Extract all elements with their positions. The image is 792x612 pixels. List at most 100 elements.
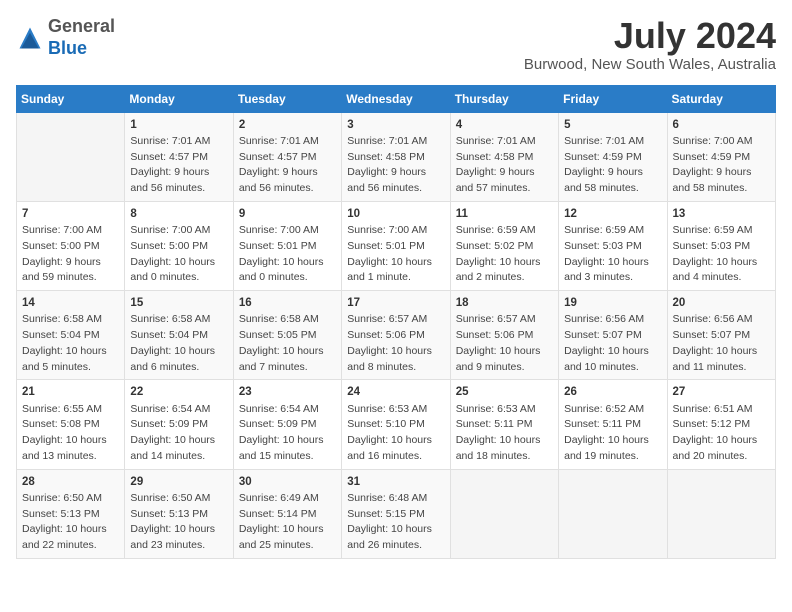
day-info: Sunrise: 6:54 AM Sunset: 5:09 PM Dayligh… <box>239 402 336 465</box>
day-number: 16 <box>239 295 336 312</box>
weekday-header: Tuesday <box>233 85 341 112</box>
day-info: Sunrise: 6:56 AM Sunset: 5:07 PM Dayligh… <box>673 312 770 375</box>
calendar-table: SundayMondayTuesdayWednesdayThursdayFrid… <box>16 85 776 559</box>
calendar-cell: 5Sunrise: 7:01 AM Sunset: 4:59 PM Daylig… <box>559 112 667 201</box>
logo-general: General <box>48 16 115 36</box>
day-number: 10 <box>347 206 444 223</box>
weekday-header-row: SundayMondayTuesdayWednesdayThursdayFrid… <box>17 85 776 112</box>
day-info: Sunrise: 6:51 AM Sunset: 5:12 PM Dayligh… <box>673 402 770 465</box>
day-info: Sunrise: 7:01 AM Sunset: 4:58 PM Dayligh… <box>456 134 553 197</box>
calendar-cell: 10Sunrise: 7:00 AM Sunset: 5:01 PM Dayli… <box>342 201 450 290</box>
calendar-cell: 26Sunrise: 6:52 AM Sunset: 5:11 PM Dayli… <box>559 380 667 469</box>
calendar-cell: 27Sunrise: 6:51 AM Sunset: 5:12 PM Dayli… <box>667 380 775 469</box>
logo-icon <box>16 24 44 52</box>
day-info: Sunrise: 7:01 AM Sunset: 4:57 PM Dayligh… <box>239 134 336 197</box>
calendar-cell: 14Sunrise: 6:58 AM Sunset: 5:04 PM Dayli… <box>17 291 125 380</box>
day-info: Sunrise: 6:52 AM Sunset: 5:11 PM Dayligh… <box>564 402 661 465</box>
weekday-header: Monday <box>125 85 233 112</box>
weekday-header: Wednesday <box>342 85 450 112</box>
day-info: Sunrise: 6:58 AM Sunset: 5:04 PM Dayligh… <box>130 312 227 375</box>
calendar-cell <box>667 469 775 558</box>
day-number: 31 <box>347 474 444 491</box>
day-info: Sunrise: 6:57 AM Sunset: 5:06 PM Dayligh… <box>347 312 444 375</box>
calendar-week-row: 21Sunrise: 6:55 AM Sunset: 5:08 PM Dayli… <box>17 380 776 469</box>
day-number: 21 <box>22 384 119 401</box>
day-number: 6 <box>673 117 770 134</box>
month-title: July 2024 <box>524 16 776 56</box>
day-info: Sunrise: 7:01 AM Sunset: 4:59 PM Dayligh… <box>564 134 661 197</box>
page-header: General Blue July 2024 Burwood, New Sout… <box>16 16 776 73</box>
day-number: 29 <box>130 474 227 491</box>
day-info: Sunrise: 6:54 AM Sunset: 5:09 PM Dayligh… <box>130 402 227 465</box>
day-number: 2 <box>239 117 336 134</box>
day-number: 11 <box>456 206 553 223</box>
calendar-cell: 15Sunrise: 6:58 AM Sunset: 5:04 PM Dayli… <box>125 291 233 380</box>
day-number: 8 <box>130 206 227 223</box>
day-number: 17 <box>347 295 444 312</box>
day-info: Sunrise: 6:55 AM Sunset: 5:08 PM Dayligh… <box>22 402 119 465</box>
day-info: Sunrise: 6:49 AM Sunset: 5:14 PM Dayligh… <box>239 491 336 554</box>
logo-blue: Blue <box>48 38 87 58</box>
calendar-cell: 4Sunrise: 7:01 AM Sunset: 4:58 PM Daylig… <box>450 112 558 201</box>
logo: General Blue <box>16 16 115 59</box>
weekday-header: Thursday <box>450 85 558 112</box>
calendar-cell: 6Sunrise: 7:00 AM Sunset: 4:59 PM Daylig… <box>667 112 775 201</box>
day-info: Sunrise: 6:50 AM Sunset: 5:13 PM Dayligh… <box>130 491 227 554</box>
day-number: 5 <box>564 117 661 134</box>
calendar-week-row: 28Sunrise: 6:50 AM Sunset: 5:13 PM Dayli… <box>17 469 776 558</box>
day-number: 1 <box>130 117 227 134</box>
day-number: 18 <box>456 295 553 312</box>
calendar-cell: 19Sunrise: 6:56 AM Sunset: 5:07 PM Dayli… <box>559 291 667 380</box>
day-number: 7 <box>22 206 119 223</box>
day-number: 22 <box>130 384 227 401</box>
day-info: Sunrise: 6:48 AM Sunset: 5:15 PM Dayligh… <box>347 491 444 554</box>
weekday-header: Sunday <box>17 85 125 112</box>
calendar-cell <box>17 112 125 201</box>
day-info: Sunrise: 6:50 AM Sunset: 5:13 PM Dayligh… <box>22 491 119 554</box>
day-number: 4 <box>456 117 553 134</box>
day-number: 20 <box>673 295 770 312</box>
calendar-cell: 11Sunrise: 6:59 AM Sunset: 5:02 PM Dayli… <box>450 201 558 290</box>
day-number: 14 <box>22 295 119 312</box>
day-number: 27 <box>673 384 770 401</box>
day-info: Sunrise: 7:00 AM Sunset: 5:00 PM Dayligh… <box>22 223 119 286</box>
day-info: Sunrise: 7:00 AM Sunset: 5:00 PM Dayligh… <box>130 223 227 286</box>
calendar-cell: 3Sunrise: 7:01 AM Sunset: 4:58 PM Daylig… <box>342 112 450 201</box>
day-info: Sunrise: 7:01 AM Sunset: 4:57 PM Dayligh… <box>130 134 227 197</box>
calendar-cell: 17Sunrise: 6:57 AM Sunset: 5:06 PM Dayli… <box>342 291 450 380</box>
day-number: 23 <box>239 384 336 401</box>
day-info: Sunrise: 7:00 AM Sunset: 5:01 PM Dayligh… <box>347 223 444 286</box>
logo-text: General Blue <box>48 16 115 59</box>
day-number: 25 <box>456 384 553 401</box>
day-number: 12 <box>564 206 661 223</box>
day-number: 19 <box>564 295 661 312</box>
location: Burwood, New South Wales, Australia <box>524 56 776 73</box>
calendar-cell: 8Sunrise: 7:00 AM Sunset: 5:00 PM Daylig… <box>125 201 233 290</box>
day-number: 9 <box>239 206 336 223</box>
day-number: 24 <box>347 384 444 401</box>
calendar-cell: 2Sunrise: 7:01 AM Sunset: 4:57 PM Daylig… <box>233 112 341 201</box>
calendar-week-row: 1Sunrise: 7:01 AM Sunset: 4:57 PM Daylig… <box>17 112 776 201</box>
calendar-cell <box>559 469 667 558</box>
calendar-cell: 9Sunrise: 7:00 AM Sunset: 5:01 PM Daylig… <box>233 201 341 290</box>
calendar-cell: 31Sunrise: 6:48 AM Sunset: 5:15 PM Dayli… <box>342 469 450 558</box>
calendar-cell: 16Sunrise: 6:58 AM Sunset: 5:05 PM Dayli… <box>233 291 341 380</box>
day-number: 13 <box>673 206 770 223</box>
calendar-cell <box>450 469 558 558</box>
calendar-cell: 21Sunrise: 6:55 AM Sunset: 5:08 PM Dayli… <box>17 380 125 469</box>
calendar-cell: 13Sunrise: 6:59 AM Sunset: 5:03 PM Dayli… <box>667 201 775 290</box>
day-info: Sunrise: 6:58 AM Sunset: 5:04 PM Dayligh… <box>22 312 119 375</box>
day-number: 28 <box>22 474 119 491</box>
day-number: 3 <box>347 117 444 134</box>
day-info: Sunrise: 7:00 AM Sunset: 5:01 PM Dayligh… <box>239 223 336 286</box>
weekday-header: Saturday <box>667 85 775 112</box>
title-block: July 2024 Burwood, New South Wales, Aust… <box>524 16 776 73</box>
calendar-cell: 25Sunrise: 6:53 AM Sunset: 5:11 PM Dayli… <box>450 380 558 469</box>
day-info: Sunrise: 6:53 AM Sunset: 5:11 PM Dayligh… <box>456 402 553 465</box>
day-number: 26 <box>564 384 661 401</box>
day-info: Sunrise: 7:01 AM Sunset: 4:58 PM Dayligh… <box>347 134 444 197</box>
day-info: Sunrise: 6:56 AM Sunset: 5:07 PM Dayligh… <box>564 312 661 375</box>
day-number: 15 <box>130 295 227 312</box>
calendar-cell: 29Sunrise: 6:50 AM Sunset: 5:13 PM Dayli… <box>125 469 233 558</box>
day-info: Sunrise: 6:53 AM Sunset: 5:10 PM Dayligh… <box>347 402 444 465</box>
